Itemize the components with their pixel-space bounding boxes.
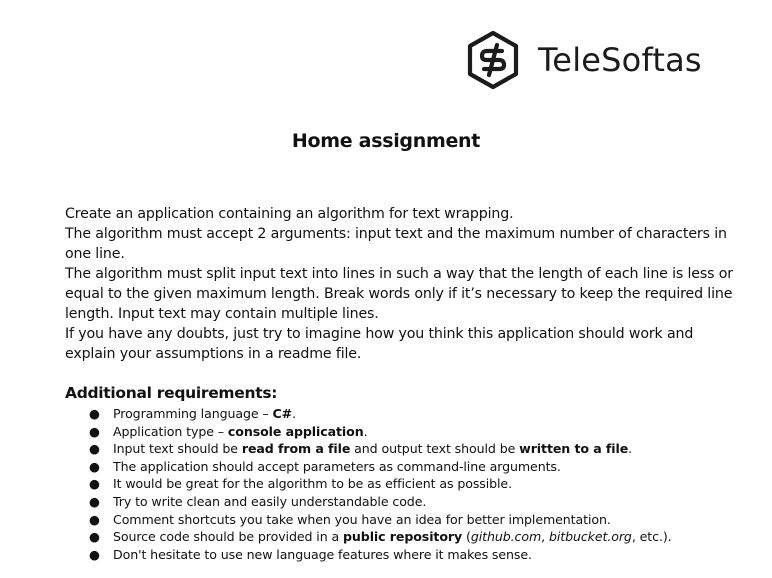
intro-paragraph: The algorithm must accept 2 arguments: i… xyxy=(65,226,727,262)
requirement-item-file-io: ● Input text should be read from a file … xyxy=(65,440,755,458)
requirement-item-language-features: ● Don't hesitate to use new language fea… xyxy=(65,546,755,564)
requirement-item-repository: ● Source code should be provided in a pu… xyxy=(65,528,755,546)
requirement-item-clean-code: ● Try to write clean and easily understa… xyxy=(65,493,755,511)
requirement-text: Try to write clean and easily understand… xyxy=(113,493,427,509)
requirement-text: , xyxy=(541,529,549,545)
requirement-example: bitbucket.org xyxy=(548,529,632,545)
requirement-emphasis: public repository xyxy=(343,529,463,545)
requirement-example: github.com xyxy=(470,529,542,545)
bullet-icon: ● xyxy=(89,423,100,439)
intro-paragraph: If you have any doubts, just try to imag… xyxy=(65,326,694,362)
requirement-emphasis: written to a file xyxy=(519,441,629,457)
bullet-icon: ● xyxy=(89,441,100,457)
bullet-icon: ● xyxy=(89,529,100,545)
requirement-item-cli-args: ● The application should accept paramete… xyxy=(65,458,755,476)
bullet-icon: ● xyxy=(89,493,100,509)
requirement-item-comments: ● Comment shortcuts you take when you ha… xyxy=(65,511,755,529)
requirement-text: . xyxy=(628,441,633,457)
requirement-item-language: ● Programming language – C#. xyxy=(65,405,755,423)
telesoftas-logo: TeleSoftas xyxy=(466,30,702,90)
bullet-icon: ● xyxy=(89,546,100,562)
assignment-description: Create an application containing an algo… xyxy=(65,204,745,364)
bullet-icon: ● xyxy=(89,511,100,527)
requirement-text: It would be great for the algorithm to b… xyxy=(113,476,512,492)
requirement-text: Comment shortcuts you take when you have… xyxy=(113,511,611,527)
requirement-text: The application should accept parameters… xyxy=(113,458,561,474)
requirement-item-efficiency: ● It would be great for the algorithm to… xyxy=(65,475,755,493)
bullet-icon: ● xyxy=(89,458,100,474)
intro-paragraph: The algorithm must split input text into… xyxy=(65,266,733,322)
requirement-text: and output text should be xyxy=(350,441,520,457)
bullet-icon: ● xyxy=(89,476,100,492)
brand-name: TeleSoftas xyxy=(538,41,702,79)
requirements-list: ● Programming language – C#. ● Applicati… xyxy=(65,405,755,563)
requirement-item-app-type: ● Application type – console application… xyxy=(65,423,755,441)
requirement-emphasis: C# xyxy=(272,406,293,421)
requirement-text: Don't hesitate to use new language featu… xyxy=(113,546,532,562)
requirement-emphasis: read from a file xyxy=(241,441,351,457)
bullet-icon: ● xyxy=(89,406,100,421)
requirement-text: Input text should be xyxy=(113,441,242,457)
requirement-text: Programming language – xyxy=(113,406,273,421)
page-title: Home assignment xyxy=(291,130,481,152)
requirement-text: Source code should be provided in a xyxy=(113,529,343,545)
requirement-text: Application type – xyxy=(113,423,228,439)
requirement-emphasis: console application xyxy=(227,423,364,439)
intro-paragraph: Create an application containing an algo… xyxy=(65,206,514,222)
telesoftas-hexagon-s-icon xyxy=(467,30,519,90)
requirement-text: . xyxy=(292,406,297,421)
requirement-text: ( xyxy=(462,529,471,545)
requirement-text: . xyxy=(363,423,368,439)
requirement-text: , etc.). xyxy=(631,529,672,545)
requirements-heading: Additional requirements: xyxy=(65,384,278,402)
